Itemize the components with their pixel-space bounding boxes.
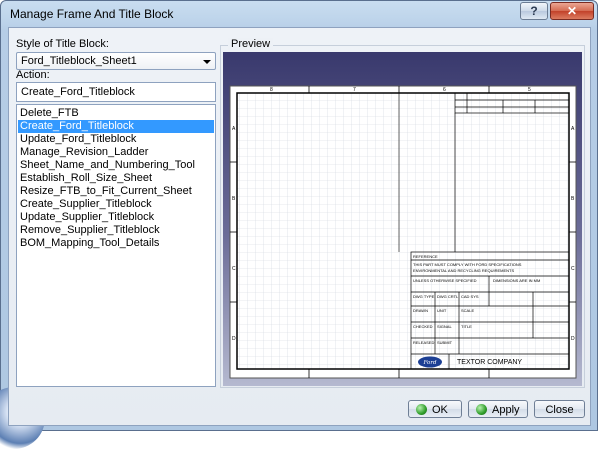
style-block-dropdown[interactable]: Ford_Titleblock_Sheet1 — [16, 52, 216, 70]
svg-text:DRAWN: DRAWN — [413, 308, 428, 313]
close-button[interactable]: Close — [534, 400, 585, 418]
svg-text:6: 6 — [443, 87, 446, 93]
action-current-value: Create_Ford_Titleblock — [21, 86, 135, 98]
svg-text:ENVIRONMENTAL AND RECYCLING RE: ENVIRONMENTAL AND RECYCLING REQUIREMENTS — [413, 268, 514, 273]
list-item[interactable]: Sheet_Name_and_Numbering_Tool — [18, 159, 214, 172]
svg-text:D: D — [571, 336, 575, 342]
svg-text:DWG CRTL: DWG CRTL — [437, 294, 459, 299]
list-item[interactable]: Delete_FTB — [18, 107, 214, 120]
svg-text:SIGNAL: SIGNAL — [437, 324, 452, 329]
dialog-client-area: Style of Title Block: Ford_Titleblock_Sh… — [8, 27, 591, 426]
svg-text:SCALE: SCALE — [461, 308, 474, 313]
svg-text:REFERENCE: REFERENCE — [413, 254, 438, 259]
sheet-inner-border — [236, 92, 570, 370]
svg-text:RELEASED: RELEASED — [413, 340, 434, 345]
style-block-label: Style of Title Block: — [16, 38, 109, 50]
green-gem-icon — [476, 404, 487, 415]
svg-text:CHECKED: CHECKED — [413, 324, 433, 329]
action-listbox[interactable]: Delete_FTB Create_Ford_Titleblock Update… — [16, 104, 216, 387]
apply-button[interactable]: Apply — [468, 400, 528, 418]
svg-text:DIMENSIONS ARE IN MM: DIMENSIONS ARE IN MM — [493, 278, 540, 283]
list-item[interactable]: Create_Supplier_Titleblock — [18, 198, 214, 211]
list-item-selected[interactable]: Create_Ford_Titleblock — [18, 120, 214, 133]
svg-text:8: 8 — [270, 87, 273, 93]
chevron-down-icon[interactable] — [203, 60, 211, 64]
window-title: Manage Frame And Title Block — [10, 7, 174, 21]
company-name-text: TEXTOR COMPANY — [457, 359, 522, 366]
svg-text:THIS PART MUST COMPLY WITH FOR: THIS PART MUST COMPLY WITH FORD SPECIFIC… — [413, 262, 522, 267]
list-item[interactable]: BOM_Mapping_Tool_Details — [18, 237, 214, 250]
svg-text:UNLESS OTHERWISE SPECIFIED: UNLESS OTHERWISE SPECIFIED — [413, 278, 477, 283]
help-button[interactable]: ? — [520, 2, 548, 20]
action-current-field[interactable]: Create_Ford_Titleblock — [16, 82, 216, 102]
style-block-value: Ford_Titleblock_Sheet1 — [21, 55, 137, 67]
list-item[interactable]: Resize_FTB_to_Fit_Current_Sheet — [18, 185, 214, 198]
list-item[interactable]: Update_Ford_Titleblock — [18, 133, 214, 146]
svg-text:SUBMIT: SUBMIT — [437, 340, 453, 345]
list-item[interactable]: Establish_Roll_Size_Sheet — [18, 172, 214, 185]
svg-text:C: C — [571, 266, 575, 272]
ford-logo-text: Ford — [423, 360, 437, 366]
title-bar[interactable]: Manage Frame And Title Block ? ✕ — [1, 1, 597, 27]
svg-text:7: 7 — [353, 87, 356, 93]
dialog-window: Manage Frame And Title Block ? ✕ Style o… — [0, 0, 598, 449]
preview-label: Preview — [228, 38, 274, 50]
ok-button[interactable]: OK — [408, 400, 462, 418]
svg-text:DWG TYPE: DWG TYPE — [413, 294, 435, 299]
green-gem-icon — [416, 404, 427, 415]
svg-text:5: 5 — [528, 87, 531, 93]
svg-text:UNIT: UNIT — [437, 308, 447, 313]
svg-text:C: C — [232, 266, 236, 272]
preview-area: 8765 ABCD ABCD REFERENCE THIS PART MUST … — [223, 52, 582, 386]
action-label: Action: — [16, 69, 50, 81]
list-item[interactable]: Remove_Supplier_Titleblock — [18, 224, 214, 237]
svg-text:TITLE: TITLE — [461, 324, 472, 329]
svg-text:CAD SYS: CAD SYS — [461, 294, 479, 299]
list-item[interactable]: Update_Supplier_Titleblock — [18, 211, 214, 224]
list-item[interactable]: Manage_Revision_Ladder — [18, 146, 214, 159]
drawing-sheet-preview: 8765 ABCD ABCD REFERENCE THIS PART MUST … — [229, 85, 577, 379]
svg-text:D: D — [232, 336, 236, 342]
window-close-button[interactable]: ✕ — [550, 2, 594, 20]
